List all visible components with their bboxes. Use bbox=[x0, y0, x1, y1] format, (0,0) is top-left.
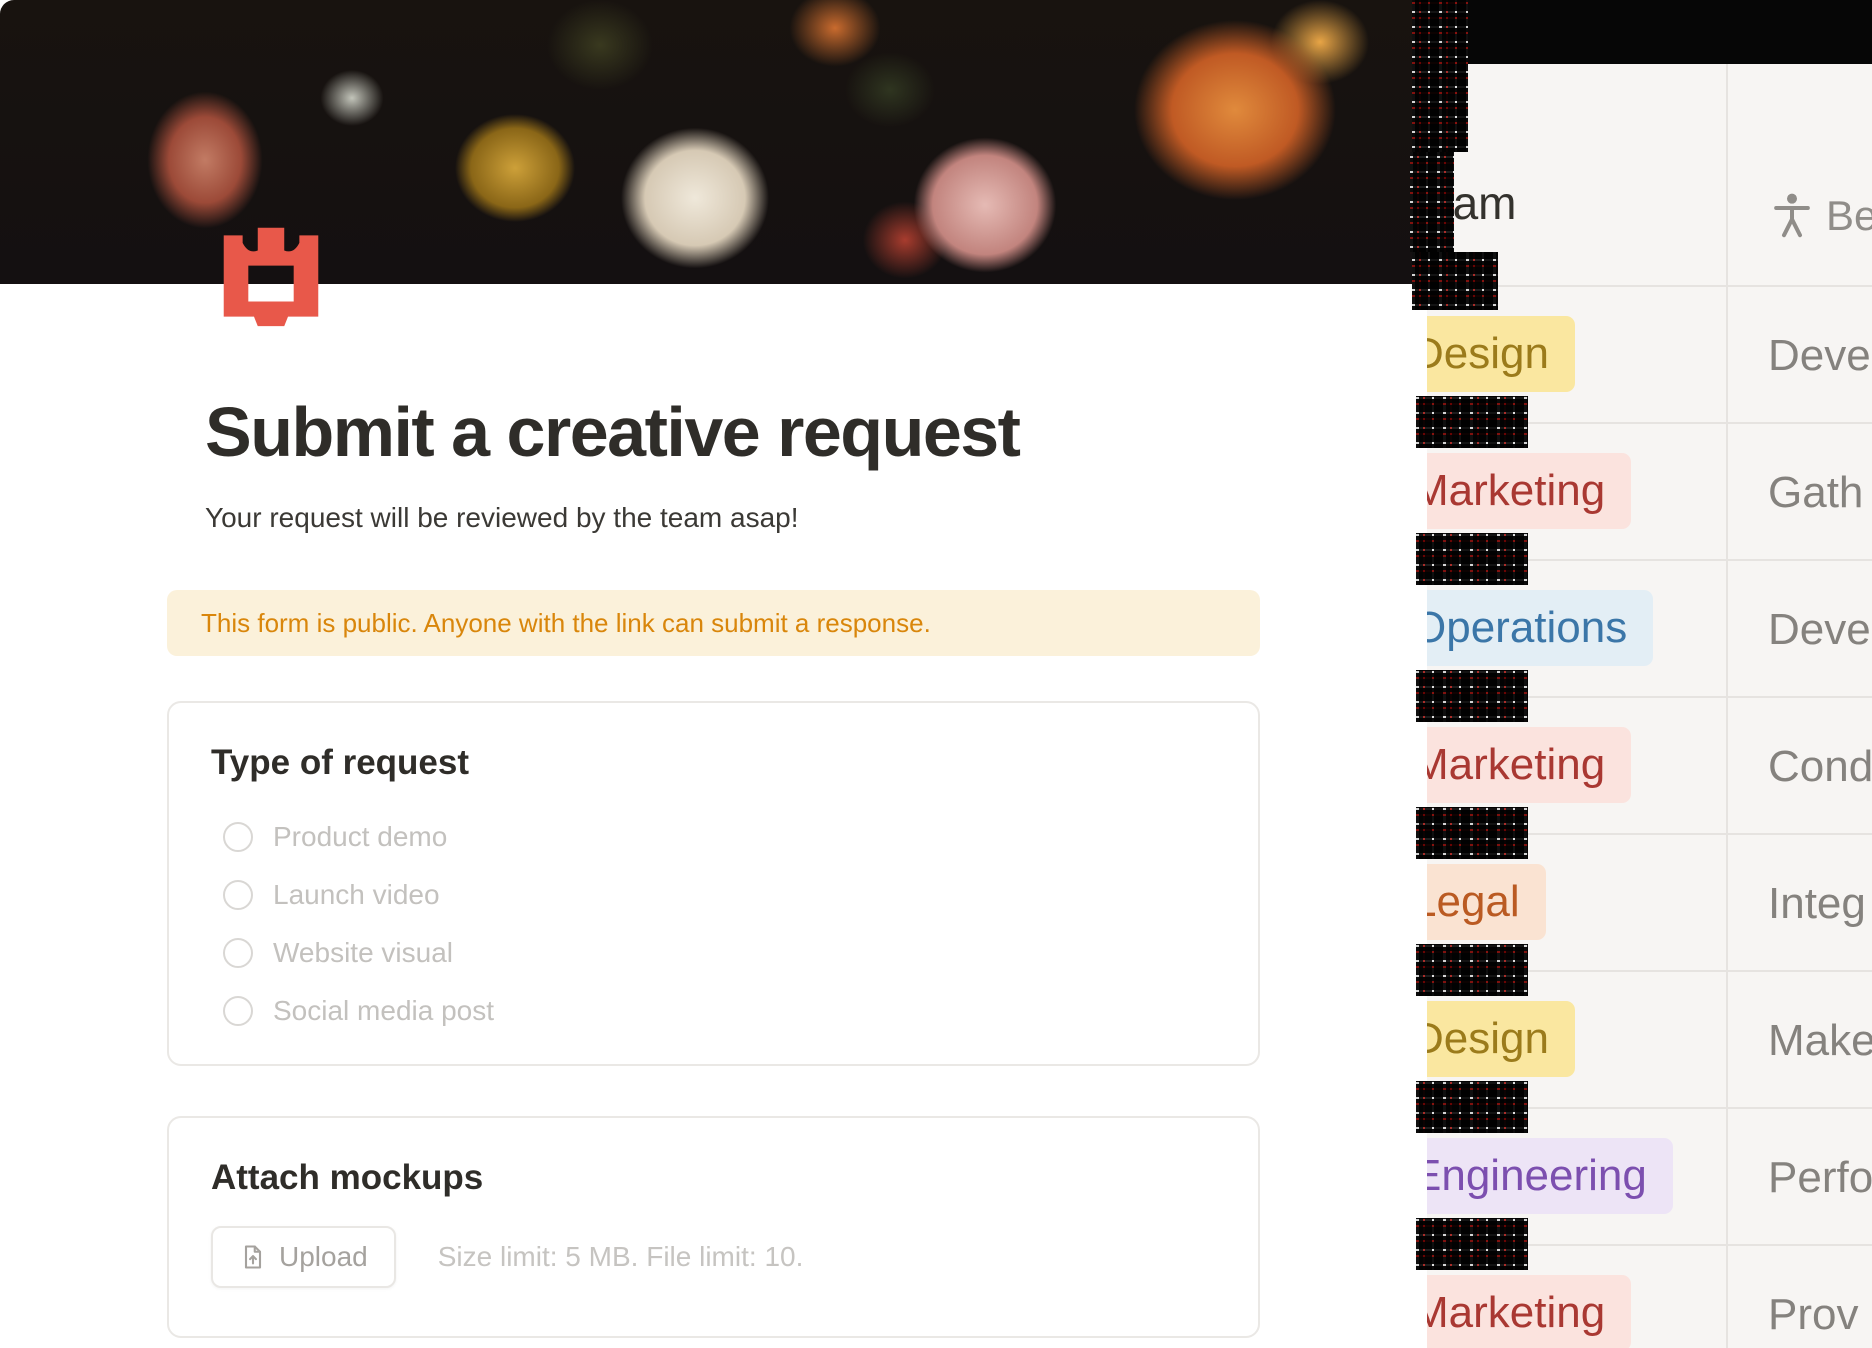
type-of-request-card: Type of request Product demo Launch vide… bbox=[167, 701, 1260, 1066]
upload-helper-text: Size limit: 5 MB. File limit: 10. bbox=[438, 1241, 804, 1273]
type-of-request-heading: Type of request bbox=[211, 743, 1216, 783]
radio-group: Product demo Launch video Website visual… bbox=[211, 821, 1216, 1027]
radio-option-label: Launch video bbox=[273, 879, 440, 911]
attach-mockups-card: Attach mockups Upload Size limit: 5 MB. … bbox=[167, 1116, 1260, 1338]
upload-button-label: Upload bbox=[279, 1241, 368, 1273]
glitch-artifact bbox=[1416, 1218, 1528, 1270]
task-cell[interactable]: Cond bbox=[1768, 698, 1872, 835]
team-tag[interactable]: Legal bbox=[1420, 864, 1546, 940]
glitch-artifact bbox=[1416, 944, 1528, 996]
team-tag[interactable]: Marketing bbox=[1420, 1275, 1631, 1348]
radio-circle-icon[interactable] bbox=[223, 822, 253, 852]
radio-circle-icon[interactable] bbox=[223, 880, 253, 910]
page-title: Submit a creative request bbox=[205, 392, 1020, 472]
column-header-second[interactable]: Be bbox=[1772, 190, 1872, 242]
public-form-notice: This form is public. Anyone with the lin… bbox=[167, 590, 1260, 656]
radio-option-website-visual[interactable]: Website visual bbox=[223, 937, 1216, 969]
task-cell[interactable]: Gath bbox=[1768, 424, 1863, 561]
glitch-artifact bbox=[1416, 533, 1528, 585]
task-cell[interactable]: Perfo bbox=[1768, 1109, 1872, 1246]
team-tag[interactable]: Marketing bbox=[1420, 727, 1631, 803]
form-logo-icon bbox=[212, 224, 330, 328]
window-backdrop bbox=[1448, 0, 1872, 64]
team-tag[interactable]: Design bbox=[1420, 1001, 1575, 1077]
team-tag[interactable]: Marketing bbox=[1420, 453, 1631, 529]
screen: Team Be Design Deve Marketing Gath Opera… bbox=[0, 0, 1872, 1348]
public-form-notice-text: This form is public. Anyone with the lin… bbox=[201, 608, 931, 639]
team-tag[interactable]: Operations bbox=[1420, 590, 1653, 666]
task-cell[interactable]: Deve bbox=[1768, 287, 1871, 424]
glitch-artifact bbox=[1416, 396, 1528, 448]
glitch-artifact bbox=[1412, 252, 1498, 310]
glitch-artifact bbox=[1416, 807, 1528, 859]
upload-button[interactable]: Upload bbox=[211, 1226, 396, 1288]
team-tag[interactable]: Engineering bbox=[1420, 1138, 1673, 1214]
task-cell[interactable]: Prov bbox=[1768, 1246, 1858, 1348]
file-upload-icon bbox=[239, 1243, 267, 1271]
team-tag[interactable]: Design bbox=[1420, 316, 1575, 392]
page-subtitle: Your request will be reviewed by the tea… bbox=[205, 502, 799, 534]
task-cell[interactable]: Make bbox=[1768, 972, 1872, 1109]
task-cell[interactable]: Deve bbox=[1768, 561, 1871, 698]
form-card: Submit a creative request Your request w… bbox=[0, 0, 1427, 1348]
radio-circle-icon[interactable] bbox=[223, 938, 253, 968]
glitch-artifact bbox=[1412, 0, 1468, 152]
task-cell[interactable]: Integ bbox=[1768, 835, 1866, 972]
radio-option-product-demo[interactable]: Product demo bbox=[223, 821, 1216, 853]
glitch-artifact bbox=[1416, 1081, 1528, 1133]
attach-mockups-heading: Attach mockups bbox=[211, 1158, 1216, 1198]
radio-option-launch-video[interactable]: Launch video bbox=[223, 879, 1216, 911]
upload-row: Upload Size limit: 5 MB. File limit: 10. bbox=[211, 1226, 1216, 1288]
radio-option-label: Social media post bbox=[273, 995, 494, 1027]
glitch-artifact bbox=[1416, 670, 1528, 722]
radio-option-social-media-post[interactable]: Social media post bbox=[223, 995, 1216, 1027]
glitch-artifact bbox=[1410, 152, 1454, 252]
radio-circle-icon[interactable] bbox=[223, 996, 253, 1026]
radio-option-label: Product demo bbox=[273, 821, 447, 853]
radio-option-label: Website visual bbox=[273, 937, 453, 969]
column-header-label: Be bbox=[1826, 192, 1872, 240]
person-icon bbox=[1772, 190, 1812, 242]
